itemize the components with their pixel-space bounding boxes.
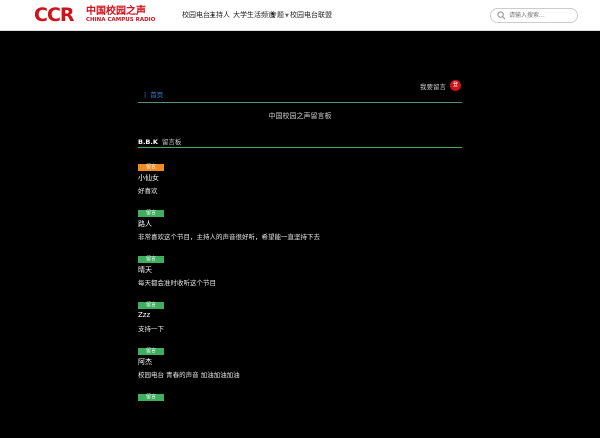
comment-author: 阿杰 bbox=[138, 358, 152, 366]
nav-item-topics[interactable]: 专题▼ bbox=[270, 10, 289, 21]
nav-item-label: 校园电台联盟 bbox=[290, 11, 332, 19]
comment-tag: 留言 bbox=[138, 302, 164, 309]
comment-tag: 留言 bbox=[138, 164, 164, 171]
nav-item-label: 大学生活频道 bbox=[233, 11, 275, 19]
nav-item-label: 主持人 bbox=[209, 11, 230, 19]
comment-text: 非常喜欢这个节目，主持人的声音很好听，希望能一直坚持下去 bbox=[138, 233, 320, 241]
page-title: 中国校园之声留言板 bbox=[268, 112, 332, 120]
comment-text: 每天都会准时收听这个节目 bbox=[138, 279, 216, 287]
comment-text: 支持一下 bbox=[138, 325, 164, 333]
header-divider bbox=[138, 102, 462, 103]
main-content: 我要留言 登 | 首页 中国校园之声留言板 B.B.K 留言板 留言 小仙女 好喜欢… bbox=[138, 30, 462, 401]
logo-chinese-name: 中国校园之声 bbox=[86, 6, 146, 17]
chevron-down-icon: ▼ bbox=[285, 13, 289, 19]
leave-message-row: 我要留言 登 bbox=[402, 80, 462, 92]
nav-item-radio-alliance[interactable]: 校园电台联盟 bbox=[290, 10, 332, 20]
message-board-title: 留言板 bbox=[161, 138, 182, 146]
search-input[interactable] bbox=[509, 10, 571, 21]
nav-item-label: 校园电台 bbox=[182, 11, 210, 19]
comment-text: 校园电台 青春的声音 加油加油加油 bbox=[138, 371, 240, 379]
comment-item: 留言 bbox=[138, 394, 462, 438]
breadcrumb: | 首页 bbox=[138, 89, 163, 99]
comment-author: 晴天 bbox=[138, 266, 152, 274]
comment-author: Zzz bbox=[138, 311, 151, 319]
logo-brand: CCR bbox=[34, 4, 75, 26]
comment-item: 留言 阿杰 校园电台 青春的声音 加油加油加油 bbox=[138, 348, 462, 392]
comment-tag: 留言 bbox=[138, 210, 164, 217]
comment-item: 留言 路人 非常喜欢这个节目，主持人的声音很好听，希望能一直坚持下去 bbox=[138, 210, 462, 254]
nav-item-label: 专题 bbox=[270, 11, 284, 19]
search-box bbox=[490, 8, 578, 23]
leave-message-link[interactable]: 我要留言 bbox=[420, 81, 446, 91]
message-board-brand: B.B.K bbox=[138, 138, 158, 146]
breadcrumb-home-link[interactable]: 首页 bbox=[150, 91, 163, 99]
top-navigation-bar: CCR 中国校园之声 CHINA CAMPUS RADIO 校园电台▼ 主持人 … bbox=[0, 0, 600, 31]
comment-author: 路人 bbox=[138, 220, 152, 228]
comment-item: 留言 晴天 每天都会准时收听这个节目 bbox=[138, 256, 462, 300]
breadcrumb-separator: | bbox=[144, 91, 147, 99]
comment-item: 留言 Zzz 支持一下 bbox=[138, 302, 462, 346]
comment-tag: 留言 bbox=[138, 348, 164, 355]
logo-english-name: CHINA CAMPUS RADIO bbox=[86, 17, 156, 23]
comment-tag: 留言 bbox=[138, 256, 164, 263]
comment-author: 小仙女 bbox=[138, 174, 159, 182]
message-board-divider bbox=[138, 147, 462, 148]
search-icon[interactable] bbox=[497, 11, 506, 20]
nav-item-hosts[interactable]: 主持人 bbox=[209, 10, 230, 20]
comment-text: 好喜欢 bbox=[138, 187, 158, 195]
nav-item-college-life[interactable]: 大学生活频道 bbox=[233, 10, 275, 20]
comment-item: 留言 小仙女 好喜欢 bbox=[138, 164, 462, 208]
login-button[interactable]: 登 bbox=[450, 80, 461, 91]
message-board-heading: B.B.K 留言板 bbox=[138, 136, 181, 146]
